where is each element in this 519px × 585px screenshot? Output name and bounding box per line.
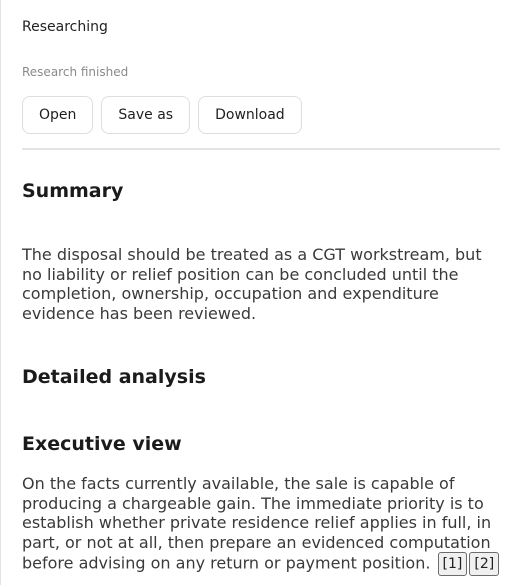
- open-button[interactable]: Open: [22, 96, 94, 134]
- divider: [22, 148, 500, 150]
- executive-view-paragraph: On the facts currently available, the sa…: [22, 474, 500, 576]
- download-button[interactable]: Download: [198, 96, 302, 134]
- action-bar: Open Save as Download: [22, 96, 302, 134]
- executive-view-heading: Executive view: [22, 433, 182, 455]
- citation-button-2[interactable]: [2]: [469, 552, 500, 576]
- summary-heading: Summary: [22, 180, 124, 202]
- executive-view-text: On the facts currently available, the sa…: [22, 474, 492, 573]
- save-as-button[interactable]: Save as: [101, 96, 191, 134]
- detailed-analysis-heading: Detailed analysis: [22, 366, 206, 388]
- status-subtitle: Research finished: [22, 65, 129, 79]
- citation-button-1[interactable]: [1]: [437, 552, 468, 576]
- status-title: Researching: [22, 19, 108, 35]
- summary-paragraph: The disposal should be treated as a CGT …: [22, 245, 482, 323]
